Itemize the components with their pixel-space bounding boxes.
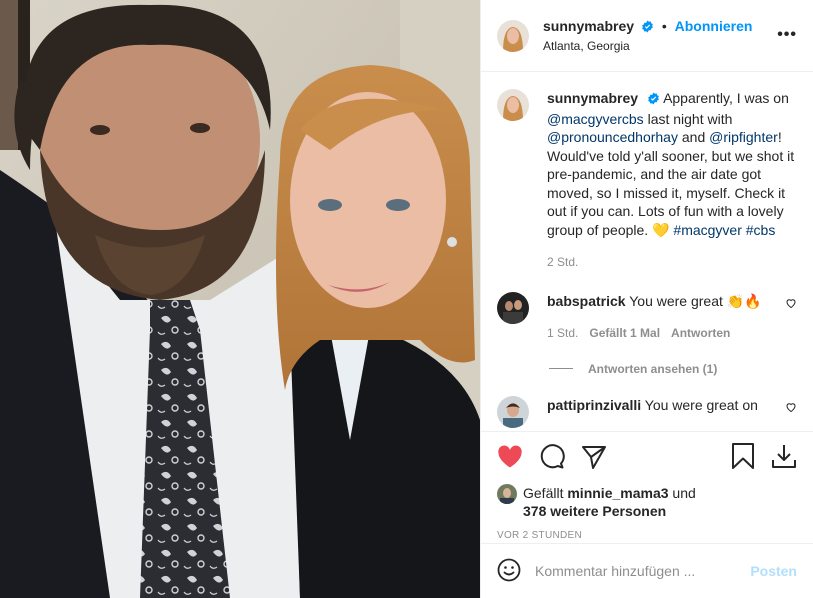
caption-text: last night with <box>643 110 733 127</box>
comment-like-icon[interactable] <box>785 296 797 312</box>
comment-meta: 1 Std. Gefällt 1 Mal Antworten <box>547 324 777 342</box>
post-comment-button[interactable]: Posten <box>750 563 797 579</box>
caption-time[interactable]: 2 Std. <box>547 253 797 272</box>
caption-body: sunnymabrey Apparently, I was on @macgyv… <box>547 89 797 272</box>
comment-icon[interactable] <box>539 444 565 470</box>
likes-others-link[interactable]: 378 weitere Personen <box>523 503 666 519</box>
comment-body: babspatrick You were great 👏🔥 1 Std. Gef… <box>547 292 777 342</box>
add-comment-bar: Posten <box>481 543 813 598</box>
likes-middle: und <box>668 485 696 501</box>
comment-text: You were great on <box>644 396 758 413</box>
action-icons-right <box>731 442 797 472</box>
caption-text: and <box>677 129 710 145</box>
reply-button[interactable]: Antworten <box>671 324 730 342</box>
comment-like-icon[interactable] <box>785 400 797 416</box>
comment-text: You were great 👏🔥 <box>629 292 762 309</box>
post-photo[interactable] <box>0 0 480 598</box>
emoji-icon[interactable] <box>497 558 521 585</box>
view-replies-label: Antworten ansehen (1) <box>588 361 718 376</box>
header-username[interactable]: sunnymabrey <box>543 18 634 34</box>
selfie-photo <box>0 0 480 598</box>
location-link[interactable]: Atlanta, Georgia <box>543 37 752 55</box>
post-side-panel: sunnymabrey • Abonnieren Atlanta, Georgi… <box>480 0 813 598</box>
caption: sunnymabrey Apparently, I was on @macgyv… <box>497 89 797 272</box>
download-icon[interactable] <box>771 443 797 472</box>
post-header: sunnymabrey • Abonnieren Atlanta, Georgi… <box>481 0 813 72</box>
likes-text: Gefällt minnie_mama3 und 378 weitere Per… <box>523 484 696 520</box>
mention-link[interactable]: @pronouncedhorhay <box>547 129 678 145</box>
separator-dot: • <box>661 17 667 34</box>
action-icons <box>497 442 797 472</box>
post-timestamp[interactable]: VOR 2 STUNDEN <box>497 530 797 541</box>
comment-time[interactable]: 1 Std. <box>547 324 578 342</box>
share-icon[interactable] <box>581 445 607 469</box>
verified-icon <box>641 19 654 37</box>
follow-button[interactable]: Abonnieren <box>675 18 753 34</box>
likes-summary: Gefällt minnie_mama3 und 378 weitere Per… <box>497 484 797 520</box>
comment: pattiprinzivalli You were great on <box>497 395 797 428</box>
comments-list[interactable]: sunnymabrey Apparently, I was on @macgyv… <box>481 73 813 431</box>
hashtag-link[interactable]: #cbs <box>746 222 776 238</box>
like-heart-icon[interactable] <box>497 445 523 469</box>
save-bookmark-icon[interactable] <box>731 442 755 472</box>
mention-link[interactable]: @macgyvercbs <box>547 111 644 127</box>
comment-avatar[interactable] <box>497 291 529 324</box>
caption-text: Apparently, I was on <box>663 90 789 106</box>
more-options-icon[interactable]: ••• <box>777 26 797 44</box>
header-text: sunnymabrey • Abonnieren Atlanta, Georgi… <box>543 17 752 55</box>
comment-body: pattiprinzivalli You were great on <box>547 396 777 428</box>
avatar[interactable] <box>497 19 529 52</box>
caption-username[interactable]: sunnymabrey <box>547 90 638 106</box>
view-replies-button[interactable]: Antworten ansehen (1) <box>549 362 797 376</box>
liker-avatar[interactable] <box>497 484 517 504</box>
comment-likes[interactable]: Gefällt 1 Mal <box>589 324 660 342</box>
caption-avatar[interactable] <box>497 89 529 121</box>
liker-username[interactable]: minnie_mama3 <box>567 485 668 501</box>
action-bar: Gefällt minnie_mama3 und 378 weitere Per… <box>481 431 813 541</box>
likes-prefix: Gefällt <box>523 485 568 501</box>
comment: babspatrick You were great 👏🔥 1 Std. Gef… <box>497 291 797 342</box>
comment-avatar[interactable] <box>497 395 529 428</box>
hashtag-link[interactable]: #macgyver <box>673 222 741 238</box>
comment-username[interactable]: pattiprinzivalli <box>547 397 641 413</box>
mention-link[interactable]: @ripfighter <box>709 129 778 145</box>
instagram-post: sunnymabrey • Abonnieren Atlanta, Georgi… <box>0 0 813 598</box>
replies-divider <box>549 368 573 369</box>
verified-icon <box>647 91 660 110</box>
comment-input[interactable] <box>535 563 735 579</box>
comment-username[interactable]: babspatrick <box>547 293 626 309</box>
